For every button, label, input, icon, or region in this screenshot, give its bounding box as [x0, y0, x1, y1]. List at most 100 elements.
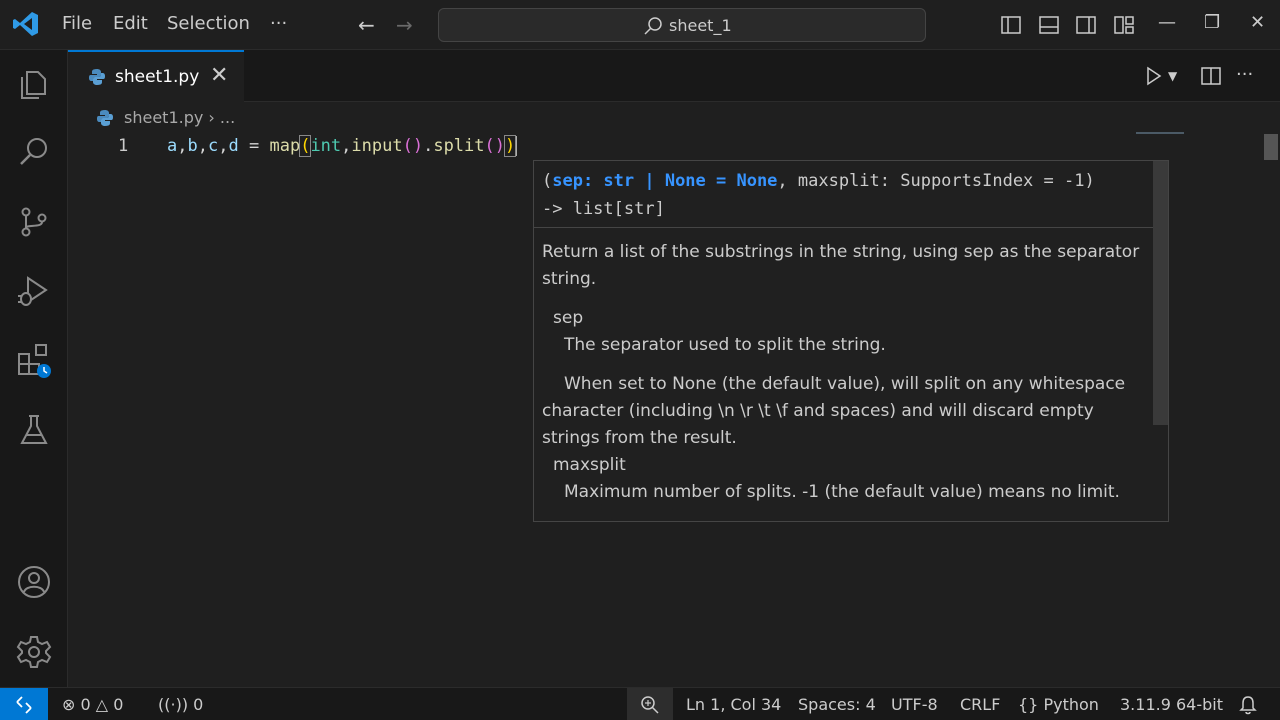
remote-indicator[interactable]	[0, 688, 48, 720]
error-count: 0	[80, 695, 91, 714]
explorer-icon[interactable]	[16, 66, 52, 102]
code-token: int	[310, 136, 342, 156]
code-token: b	[187, 136, 198, 156]
encoding[interactable]: UTF-8	[891, 695, 938, 714]
param-details: When set to None (the default value), wi…	[542, 374, 1126, 448]
python-interpreter[interactable]: 3.11.9 64-bit	[1120, 695, 1223, 714]
popup-scrollbar[interactable]	[1153, 161, 1168, 425]
code-token: ()	[484, 136, 505, 156]
code-token: c	[208, 136, 219, 156]
signature-return: -> list[str]	[542, 199, 665, 219]
zoom-icon	[641, 696, 659, 714]
minimap[interactable]	[1136, 132, 1184, 134]
title-bar: File Edit Selection ··· ← → sheet_1 — ❐ …	[0, 0, 1280, 50]
command-center-text: sheet_1	[669, 16, 732, 35]
run-debug-icon[interactable]	[16, 274, 52, 310]
run-python-file-icon[interactable]	[1143, 66, 1163, 86]
search-icon[interactable]	[16, 134, 52, 170]
indentation[interactable]: Spaces: 4	[798, 695, 876, 714]
ports-status[interactable]: ((·)) 0	[158, 695, 203, 714]
forward-arrow-icon[interactable]: →	[396, 13, 413, 37]
restore-icon[interactable]: ❐	[1204, 12, 1220, 33]
cursor-position[interactable]: Ln 1, Col 34	[686, 695, 781, 714]
accounts-icon[interactable]	[16, 564, 52, 600]
signature: (sep: str | None = None, maxsplit: Suppo…	[542, 167, 1152, 223]
param-description: Maximum number of splits. -1 (the defaul…	[564, 482, 1120, 502]
active-parameter: sep: str | None = None	[552, 171, 778, 191]
code-token: ,	[197, 136, 208, 156]
python-file-icon	[97, 110, 113, 126]
zoom-button[interactable]	[627, 688, 673, 720]
tab-sheet1[interactable]: sheet1.py ✕	[68, 50, 244, 102]
menu-edit[interactable]: Edit	[113, 13, 148, 34]
code-token: split	[433, 136, 485, 156]
source-control-icon[interactable]	[16, 204, 52, 240]
code-token: =	[238, 136, 270, 156]
activity-bar	[0, 50, 68, 687]
ports-count: 0	[193, 695, 204, 714]
breadcrumb-more[interactable]: ...	[220, 108, 235, 127]
problems-status[interactable]: ⊗ 0 △ 0	[62, 695, 123, 714]
code-line[interactable]: a,b,c,d = map(int,input().split())	[167, 135, 518, 157]
code-token: a	[167, 136, 178, 156]
menu-file[interactable]: File	[62, 13, 92, 34]
editor-scrollbar[interactable]	[1264, 134, 1278, 160]
doc-summary: Return a list of the substrings in the s…	[542, 242, 1140, 289]
braces-icon: {}	[1018, 695, 1039, 714]
code-token: ,	[218, 136, 229, 156]
split-editor-icon[interactable]	[1200, 65, 1222, 87]
signature-rest: , maxsplit: SupportsIndex = -1)	[777, 171, 1095, 191]
status-bar: ⊗ 0 △ 0 ((·)) 0 Ln 1, Col 34 Spaces: 4 U…	[0, 687, 1280, 720]
code-token: ()	[402, 136, 424, 156]
close-window-icon[interactable]: ✕	[1250, 12, 1265, 33]
error-icon: ⊗	[62, 695, 76, 714]
text-cursor	[515, 136, 518, 156]
toggle-panel-icon[interactable]	[1038, 14, 1060, 36]
run-dropdown-chevron-icon[interactable]: ▼	[1168, 69, 1177, 83]
signature-open-paren: (	[542, 171, 553, 191]
divider	[534, 227, 1168, 228]
testing-flask-icon[interactable]	[16, 412, 52, 448]
param-description: The separator used to split the string.	[564, 335, 886, 355]
extensions-icon[interactable]	[16, 342, 52, 378]
command-center[interactable]: sheet_1	[438, 8, 926, 42]
breadcrumb-file[interactable]: sheet1.py	[124, 108, 203, 127]
code-token: ,	[341, 136, 352, 156]
vscode-logo-icon[interactable]	[12, 10, 40, 38]
breadcrumb-chevron-icon: ›	[208, 108, 215, 127]
code-token: ,	[177, 136, 188, 156]
editor-tabs: sheet1.py ✕ ▼ ···	[68, 50, 1280, 102]
signature-help-popup[interactable]: (sep: str | None = None, maxsplit: Suppo…	[533, 160, 1169, 522]
broadcast-icon: ((·))	[158, 695, 189, 714]
code-token: (	[299, 135, 312, 157]
code-token: d	[228, 136, 239, 156]
toggle-primary-sidebar-icon[interactable]	[1000, 14, 1022, 36]
python-file-icon	[89, 69, 105, 85]
settings-gear-icon[interactable]	[16, 634, 52, 670]
warning-icon: △	[95, 695, 109, 714]
notifications-bell-icon[interactable]	[1239, 695, 1257, 715]
language-mode[interactable]: {} Python	[1018, 695, 1099, 714]
code-token: )	[503, 135, 517, 157]
remote-icon	[16, 696, 32, 714]
minimize-icon[interactable]: —	[1158, 12, 1176, 33]
menu-more[interactable]: ···	[270, 13, 287, 34]
toggle-secondary-sidebar-icon[interactable]	[1075, 14, 1097, 36]
documentation: Return a list of the substrings in the s…	[542, 239, 1154, 506]
end-of-line[interactable]: CRLF	[960, 695, 1000, 714]
param-name: sep	[553, 308, 584, 328]
code-token: input	[351, 136, 403, 156]
param-name: maxsplit	[553, 455, 626, 475]
back-arrow-icon[interactable]: ←	[358, 13, 375, 37]
code-token: map	[269, 136, 301, 156]
more-actions-icon[interactable]: ···	[1236, 64, 1253, 85]
customize-layout-icon[interactable]	[1113, 14, 1135, 36]
warning-count: 0	[113, 695, 124, 714]
language-label: Python	[1043, 695, 1099, 714]
code-token: .	[423, 136, 434, 156]
tab-label: sheet1.py	[115, 67, 200, 87]
menu-selection[interactable]: Selection	[167, 13, 250, 34]
line-number: 1	[118, 136, 129, 156]
close-tab-icon[interactable]: ✕	[210, 63, 228, 88]
search-icon	[644, 17, 662, 35]
